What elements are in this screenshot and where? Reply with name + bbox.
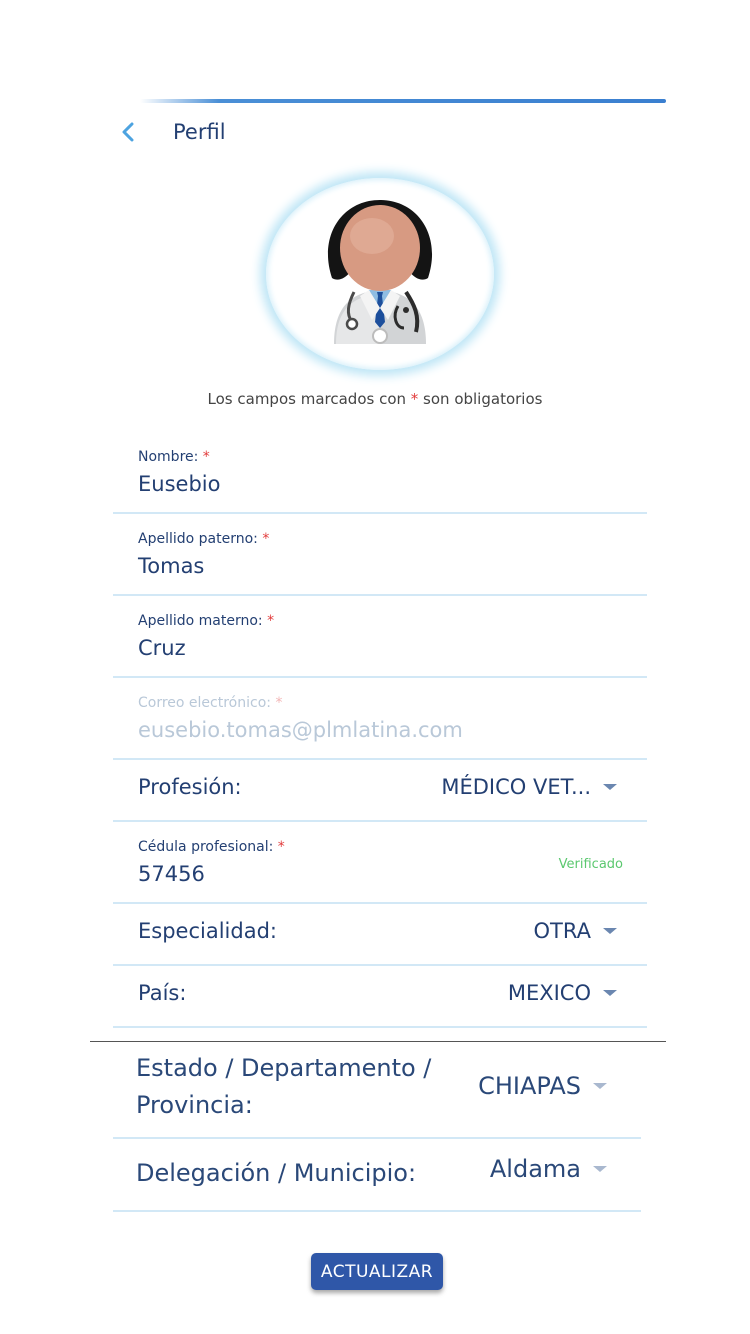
doctor-avatar-icon: [327, 200, 433, 344]
cedula-field[interactable]: Cédula profesional: * 57456 Verificado: [113, 822, 647, 904]
caret-down-icon: [603, 928, 617, 934]
profesion-select[interactable]: MÉDICO VET...: [441, 775, 617, 799]
municipio-label: Delegación / Municipio:: [136, 1159, 417, 1187]
especialidad-label: Especialidad:: [138, 919, 277, 943]
apellido-materno-label: Apellido materno: *: [138, 613, 275, 629]
apellido-materno-input[interactable]: Cruz: [138, 636, 186, 660]
caret-down-icon: [603, 784, 617, 790]
header: Perfil: [118, 112, 226, 152]
correo-field: Correo electrónico: * eusebio.tomas@plml…: [113, 678, 647, 760]
apellido-materno-field[interactable]: Apellido materno: * Cruz: [113, 596, 647, 678]
profesion-label: Profesión:: [138, 775, 242, 799]
caret-down-icon: [603, 990, 617, 996]
verified-status: Verificado: [558, 857, 623, 872]
estado-dropdown[interactable]: Estado / Departamento / Provincia: CHIAP…: [113, 1044, 641, 1139]
pais-dropdown[interactable]: País: MEXICO: [113, 966, 647, 1028]
apellido-paterno-input[interactable]: Tomas: [138, 554, 204, 578]
cedula-label: Cédula profesional: *: [138, 839, 285, 855]
municipio-select[interactable]: Aldama: [490, 1155, 607, 1183]
municipio-dropdown[interactable]: Delegación / Municipio: Aldama: [113, 1139, 641, 1212]
pais-select[interactable]: MEXICO: [508, 981, 617, 1005]
correo-input: eusebio.tomas@plmlatina.com: [138, 718, 463, 742]
cedula-input[interactable]: 57456: [138, 862, 205, 886]
page-title: Perfil: [173, 120, 226, 144]
required-fields-notice: Los campos marcados con * son obligatori…: [207, 390, 543, 408]
caret-down-icon: [593, 1083, 607, 1089]
estado-label: Estado / Departamento / Provincia:: [136, 1054, 432, 1119]
avatar[interactable]: [266, 178, 494, 370]
correo-label: Correo electrónico: *: [138, 695, 283, 711]
back-button[interactable]: [118, 112, 148, 152]
apellido-paterno-field[interactable]: Apellido paterno: * Tomas: [113, 514, 647, 596]
apellido-paterno-label: Apellido paterno: *: [138, 531, 270, 547]
pais-label: País:: [138, 981, 187, 1005]
especialidad-dropdown[interactable]: Especialidad: OTRA: [113, 904, 647, 966]
especialidad-select[interactable]: OTRA: [534, 919, 617, 943]
nombre-input[interactable]: Eusebio: [138, 472, 220, 496]
profesion-dropdown[interactable]: Profesión: MÉDICO VET...: [113, 760, 647, 822]
actualizar-button[interactable]: ACTUALIZAR: [311, 1253, 443, 1290]
nombre-field[interactable]: Nombre: * Eusebio: [113, 430, 647, 514]
estado-select[interactable]: CHIAPAS: [478, 1072, 607, 1100]
header-accent-line: [140, 99, 666, 103]
caret-down-icon: [593, 1166, 607, 1172]
section-divider: [90, 1041, 666, 1042]
nombre-label: Nombre: *: [138, 449, 210, 465]
chevron-left-icon: [122, 122, 134, 142]
